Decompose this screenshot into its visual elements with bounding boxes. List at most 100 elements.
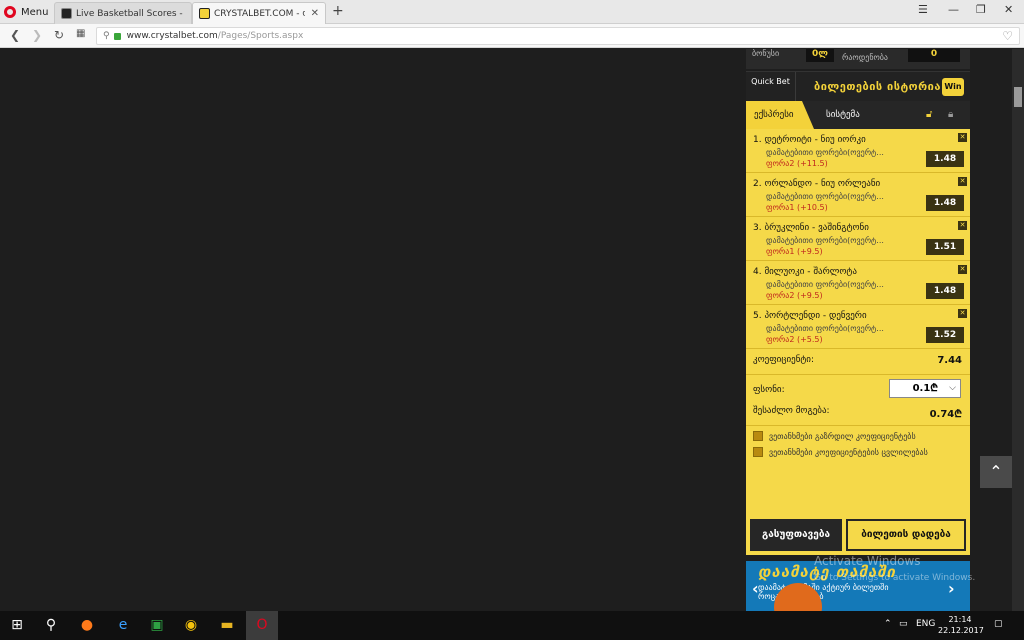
bet-match: 5. პორტლენდი - დენვერი (753, 311, 867, 321)
currency-symbol: ₾ (954, 409, 962, 420)
possible-win-amount: 0.74₾ (930, 406, 962, 420)
tab-menu-icon[interactable]: ☰ (918, 3, 928, 16)
place-bet-button[interactable]: ბილეთის დადება (846, 519, 966, 551)
bet-odd: 1.52 (926, 327, 964, 343)
new-tab-button[interactable]: + (332, 3, 344, 19)
tray-chevron-up-icon[interactable]: ⌃ (884, 619, 892, 629)
bonus-label: ბონუსი (752, 49, 780, 58)
windows-taskbar: ⊞ ⚲ ● e ▣ ◉ ▬ O ⌃ ▭ ENG 21:14 22.12.2017… (0, 611, 1024, 640)
edge-icon[interactable]: e (114, 616, 132, 634)
count-value: 0 (908, 49, 960, 62)
betslip-summary-strip: ბონუსი 0ლ რაოდენობა 0 (746, 49, 970, 69)
page-scrollbar[interactable] (1012, 49, 1024, 611)
watermark-line-2: Go to Settings to activate Windows. (814, 573, 976, 583)
possible-win-row: შესაძლო მოგება: 0.74₾ (746, 406, 970, 426)
count-label: რაოდენობა (842, 53, 888, 62)
bet-handicap: ფორა1 (+10.5) (766, 203, 828, 212)
tab-system[interactable]: სისტემა (826, 101, 860, 129)
bet-item: 2. ორლანდო - ნიუ ორლეანი დამატებითი ფორე… (746, 173, 970, 217)
tab-title: CRYSTALBET.COM - ონლაინ (214, 8, 305, 19)
ticket-history-link[interactable]: ბილეთების ისტორია (814, 80, 941, 93)
unlock-icon[interactable]: 🔓︎ (926, 109, 932, 120)
speed-dial-icon[interactable]: ▦ (76, 28, 85, 39)
activate-windows-watermark: Activate Windows Go to Settings to activ… (814, 553, 975, 587)
close-window-icon[interactable]: ✕ (1004, 3, 1013, 16)
checkbox-box[interactable] (753, 431, 763, 441)
firefox-icon[interactable]: ● (78, 616, 96, 634)
remove-bet-icon[interactable]: ✕ (958, 309, 967, 318)
language-indicator[interactable]: ENG (916, 619, 935, 629)
search-icon[interactable]: ⚲ (42, 616, 60, 634)
menu-label: Menu (21, 6, 49, 18)
network-icon[interactable]: ▭ (899, 619, 908, 629)
bookmark-heart-icon[interactable]: ♡ (1002, 29, 1013, 43)
bet-market: დამატებითი ფორები(ოვერტ... (766, 236, 884, 245)
coefficient-label: კოეფიციენტი: (753, 355, 814, 365)
scroll-top-button[interactable]: ⌃ (980, 456, 1012, 488)
lock-icon (113, 32, 121, 40)
chevron-down-icon[interactable]: ⌵ (949, 380, 956, 397)
chrome-icon[interactable]: ◉ (182, 616, 200, 634)
currency-symbol: ₾ (930, 383, 938, 394)
forward-icon[interactable]: ❯ (32, 28, 42, 42)
tab-express[interactable]: ექსპრესი (746, 101, 814, 129)
accept-odds-change-checkbox[interactable]: ვეთანხმები კოეფიციენტების ცვლილებას (753, 447, 973, 457)
clock-date: 22.12.2017 (938, 626, 984, 635)
banner-prev-icon[interactable]: ‹ (752, 579, 759, 598)
bet-match: 1. დეტროიტი - ნიუ იორკი (753, 135, 866, 145)
bet-item: 5. პორტლენდი - დენვერი დამატებითი ფორები… (746, 305, 970, 349)
bet-market: დამატებითი ფორები(ოვერტ... (766, 192, 884, 201)
bet-market: დამატებითი ფორები(ოვერტ... (766, 148, 884, 157)
bet-market: დამატებითი ფორები(ოვერტ... (766, 324, 884, 333)
total-coefficient-row: კოეფიციენტი: 7.44 (746, 355, 970, 375)
lock-icon[interactable]: 🔒︎ (948, 109, 953, 120)
watermark-line-1: Activate Windows (814, 554, 921, 568)
clear-button[interactable]: გასუფთავება (750, 519, 842, 551)
opera-logo-icon (4, 6, 16, 18)
key-icon: ⚲ (103, 31, 110, 41)
remove-bet-icon[interactable]: ✕ (958, 177, 967, 186)
bet-handicap: ფორა2 (+9.5) (766, 291, 823, 300)
crystalbet-favicon-icon (199, 8, 210, 19)
browser-tab-bar: Menu Live Basketball Scores - NBA CRYSTA… (0, 0, 1024, 24)
bet-match: 4. მილუოკი - შარლოტა (753, 267, 857, 277)
chevron-up-icon: ⌃ (989, 462, 1003, 481)
url-domain: www.crystalbet.com (126, 31, 218, 41)
restore-icon[interactable]: ❐ (976, 3, 986, 16)
bet-odd: 1.48 (926, 151, 964, 167)
reload-icon[interactable]: ↻ (54, 28, 64, 42)
stake-label: ფსონი: (753, 385, 785, 395)
file-explorer-icon[interactable]: ▬ (218, 616, 236, 634)
remove-bet-icon[interactable]: ✕ (958, 265, 967, 274)
tab-title: Live Basketball Scores - NBA (76, 8, 185, 19)
bet-handicap: ფორა1 (+9.5) (766, 247, 823, 256)
betslip-body: 1. დეტროიტი - ნიუ იორკი დამატებითი ფორებ… (746, 129, 970, 515)
address-bar: ❮ ❯ ↻ ▦ ⚲ www.crystalbet.com /Pages/Spor… (0, 24, 1024, 48)
notifications-icon[interactable]: ▢ (994, 619, 1003, 629)
win-badge[interactable]: Win (942, 78, 964, 96)
bet-market: დამატებითი ფორები(ოვერტ... (766, 280, 884, 289)
accept-higher-odds-checkbox[interactable]: ვეთანხმები გაზრდილ კოეფიციენტებს (753, 431, 973, 441)
opera-taskbar-icon[interactable]: O (253, 616, 271, 634)
back-icon[interactable]: ❮ (10, 28, 20, 42)
betslip-panel: ბონუსი 0ლ რაოდენობა 0 Quick Bet ბილეთები… (746, 49, 970, 611)
quick-bet-button[interactable]: Quick Bet (746, 72, 796, 102)
tab-crystalbet[interactable]: CRYSTALBET.COM - ონლაინ ✕ (192, 2, 326, 24)
betslip-actions: გასუფთავება ბილეთის დადება (746, 515, 970, 555)
possible-win-label: შესაძლო მოგება: (753, 406, 830, 416)
checkbox-box[interactable] (753, 447, 763, 457)
tab-live-basketball[interactable]: Live Basketball Scores - NBA (54, 2, 192, 24)
stake-input[interactable]: 0.1₾ ⌵ (889, 379, 961, 398)
scrollbar-thumb[interactable] (1014, 87, 1022, 107)
close-tab-icon[interactable]: ✕ (311, 8, 319, 19)
minimize-icon[interactable]: — (948, 3, 959, 16)
url-field[interactable]: ⚲ www.crystalbet.com /Pages/Sports.aspx … (96, 27, 1020, 45)
betslip-tabs: ექსპრესი სისტემა 🔓︎ 🔒︎ (746, 101, 970, 129)
remove-bet-icon[interactable]: ✕ (958, 221, 967, 230)
opera-menu-button[interactable]: Menu (4, 3, 48, 21)
excel-icon[interactable]: ▣ (148, 616, 166, 634)
clock-time: 21:14 (948, 615, 972, 624)
taskbar-clock[interactable]: 21:14 22.12.2017 (938, 614, 984, 636)
remove-bet-icon[interactable]: ✕ (958, 133, 967, 142)
windows-start-icon[interactable]: ⊞ (8, 616, 26, 634)
